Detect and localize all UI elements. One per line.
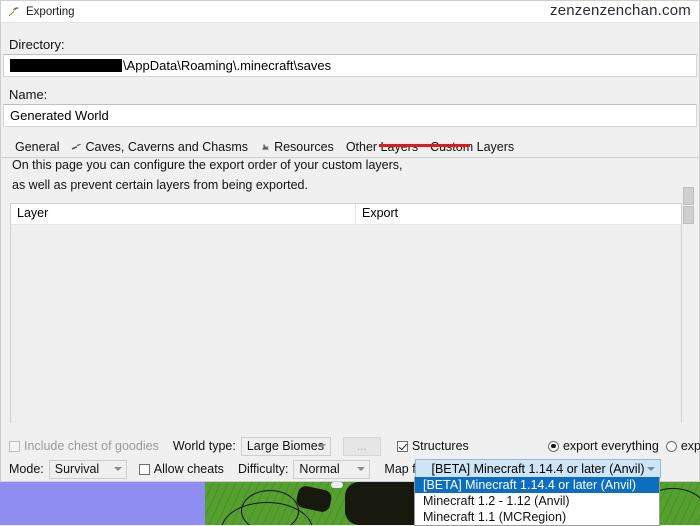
pickaxe-icon [71,142,82,153]
map-snow-patch [331,482,343,488]
directory-label: Directory: [9,37,65,52]
dropdown-option[interactable]: [BETA] Minecraft 1.14.4 or later (Anvil) [415,477,659,493]
tab-label: General [15,140,60,154]
name-input[interactable]: Generated World [3,104,697,127]
mode-value: Survival [54,462,100,476]
custom-layers-table[interactable]: Layer Export [10,203,682,423]
custom-layers-annotation-underline [379,144,470,147]
include-chest-checkbox[interactable] [9,440,20,452]
panel-description-line-1: On this page you can configure the expor… [12,158,403,172]
chevron-down-icon [113,467,122,471]
chevron-down-icon [357,467,366,471]
table-header-row: Layer Export [11,204,681,225]
difficulty-label: Difficulty: [237,462,289,476]
mode-select[interactable]: Survival [48,459,127,479]
name-value: Generated World [10,108,109,123]
world-type-select[interactable]: Large Biomes [240,436,331,456]
map-format-dropdown[interactable]: [BETA] Minecraft 1.14.4 or later (Anvil)… [414,477,660,526]
export-everything-label: export everything [562,439,659,453]
include-chest-label: Include chest of goodies [24,439,159,453]
table-body [11,225,681,423]
name-label: Name: [9,87,48,102]
map-water-region [0,482,205,525]
allow-cheats-label: Allow cheats [153,462,224,476]
structures-label: Structures [411,439,469,453]
export-everything-radio[interactable] [547,440,559,452]
tab-label: Resources [274,140,334,154]
redacted-path-bar [10,59,122,72]
site-watermark: zenzenzenchan.com [550,2,691,19]
chevron-down-icon [317,444,326,448]
difficulty-select[interactable]: Normal [293,459,371,479]
tab-label: Custom Layers [430,140,515,154]
export-partial-radio[interactable] [665,440,677,452]
structures-checkbox[interactable] [396,440,408,452]
chevron-down-icon [647,466,655,471]
world-type-value: Large Biomes [246,439,324,453]
dropdown-option[interactable]: Minecraft 1.1 (MCRegion) [415,509,659,525]
window-title: Exporting [26,5,75,18]
map-format-value: [BETA] Minecraft 1.14.4 or later (Anvil) [431,461,645,476]
pickaxe-icon [7,5,20,18]
directory-input[interactable]: \AppData\Roaming\.minecraft\saves [3,54,697,77]
world-type-label: World type: [172,439,236,453]
column-header-layer[interactable]: Layer [11,204,356,224]
tab-label: Caves, Caverns and Chasms [85,140,249,154]
custom-layers-panel: On this page you can configure the expor… [10,153,694,425]
move-down-button[interactable] [683,206,694,224]
export-partial-label: exp [680,439,700,453]
tab-label: Other Layers [345,140,419,154]
export-options-row-1: Include chest of goodies World type: Lar… [1,435,700,457]
directory-value: \AppData\Roaming\.minecraft\saves [123,58,332,73]
ore-icon [260,142,271,153]
column-header-export[interactable]: Export [356,204,681,224]
exporting-dialog: Exporting zenzenzenchan.com Directory: \… [0,0,700,482]
map-format-select[interactable]: [BETA] Minecraft 1.14.4 or later (Anvil) [415,459,661,478]
world-type-browse-button[interactable]: ... [342,436,381,456]
difficulty-value: Normal [299,462,340,476]
dropdown-option[interactable]: Minecraft 1.2 - 1.12 (Anvil) [415,493,659,509]
move-up-button[interactable] [683,187,694,205]
allow-cheats-checkbox[interactable] [138,463,150,475]
panel-description-line-2: as well as prevent certain layers from b… [12,178,308,192]
mode-label: Mode: [9,462,44,476]
map-dark-patch [295,484,333,514]
